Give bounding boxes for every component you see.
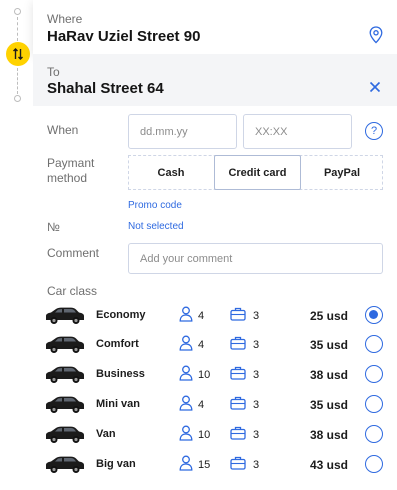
passenger-count: 15	[198, 459, 211, 471]
car-class-price: 35 usd	[310, 398, 349, 412]
car-class-price: 25 usd	[310, 309, 349, 323]
car-class-name: Mini van	[96, 398, 141, 410]
car-class-radio[interactable]	[365, 365, 383, 383]
car-class-radio[interactable]	[365, 455, 383, 473]
passenger-icon	[179, 455, 193, 471]
car-class-label: Car class	[47, 284, 98, 298]
car-class-name: Van	[96, 428, 116, 440]
to-label: To	[47, 65, 60, 79]
route-rail-top	[17, 17, 18, 41]
help-icon[interactable]: ?	[365, 122, 383, 140]
luggage-icon	[230, 336, 246, 350]
number-label: №	[47, 220, 60, 234]
route-end-dot	[14, 95, 21, 102]
passenger-icon	[179, 306, 193, 322]
car-icon	[44, 453, 86, 475]
where-address: HaRav Uziel Street 90	[47, 28, 201, 45]
passenger-count: 10	[198, 369, 211, 381]
passenger-icon	[179, 335, 193, 351]
comment-label: Comment	[47, 246, 100, 260]
swap-route-button[interactable]	[6, 42, 30, 66]
car-class-radio[interactable]	[365, 425, 383, 443]
time-input[interactable]: XX:XX	[243, 114, 352, 149]
car-icon	[44, 423, 86, 445]
passenger-count: 4	[198, 310, 205, 322]
swap-arrows-icon	[13, 48, 23, 60]
passenger-icon	[179, 395, 193, 411]
luggage-count: 3	[253, 459, 260, 471]
where-label: Where	[47, 12, 83, 26]
car-class-row[interactable]: Business 10 3 38 usd	[40, 361, 397, 389]
car-class-price: 43 usd	[310, 458, 349, 472]
car-class-row[interactable]: Big van 15 3 43 usd	[40, 451, 397, 479]
passenger-icon	[179, 365, 193, 381]
car-class-name: Economy	[96, 309, 146, 321]
payment-credit-card-option[interactable]: Credit card	[214, 155, 301, 190]
passenger-icon	[179, 425, 193, 441]
payment-cash-option[interactable]: Cash	[128, 155, 214, 190]
car-class-price: 38 usd	[310, 428, 349, 442]
passenger-count: 4	[198, 339, 205, 351]
car-class-row[interactable]: Mini van 4 3 35 usd	[40, 391, 397, 419]
number-select-link[interactable]: Not selected	[128, 221, 184, 232]
car-class-radio[interactable]	[365, 306, 383, 324]
passenger-count: 4	[198, 399, 205, 411]
when-label: When	[47, 123, 79, 137]
car-class-name: Business	[96, 368, 145, 380]
car-class-name: Comfort	[96, 338, 139, 350]
luggage-count: 3	[253, 399, 260, 411]
car-class-row[interactable]: Van 10 3 38 usd	[40, 421, 397, 449]
car-class-row[interactable]: Comfort 4 3 35 usd	[40, 331, 397, 359]
route-start-dot	[14, 8, 21, 15]
car-class-radio[interactable]	[365, 335, 383, 353]
luggage-count: 3	[253, 339, 260, 351]
car-icon	[44, 363, 86, 385]
car-icon	[44, 333, 86, 355]
car-class-name: Big van	[96, 458, 136, 470]
luggage-icon	[230, 366, 246, 380]
close-icon[interactable]	[369, 81, 381, 93]
promo-code-link[interactable]: Promo code	[128, 200, 182, 211]
car-class-price: 38 usd	[310, 368, 349, 382]
car-icon	[44, 393, 86, 415]
location-pin-icon[interactable]	[369, 26, 383, 44]
car-class-radio[interactable]	[365, 395, 383, 413]
payment-paypal-option[interactable]: PayPal	[301, 155, 383, 190]
where-field[interactable]: Where HaRav Uziel Street 90	[33, 0, 397, 54]
to-address: Shahal Street 64	[47, 80, 164, 97]
luggage-icon	[230, 307, 246, 321]
comment-input[interactable]: Add your comment	[128, 243, 383, 274]
luggage-icon	[230, 456, 246, 470]
passenger-count: 10	[198, 429, 211, 441]
car-class-price: 35 usd	[310, 338, 349, 352]
luggage-count: 3	[253, 429, 260, 441]
car-class-row[interactable]: Economy 4 3 25 usd	[40, 302, 397, 330]
to-field[interactable]: To Shahal Street 64	[33, 54, 397, 106]
payment-method-label: Paymant method	[47, 156, 95, 185]
luggage-count: 3	[253, 369, 260, 381]
luggage-icon	[230, 426, 246, 440]
car-icon	[44, 304, 86, 326]
date-input[interactable]: dd.mm.yy	[128, 114, 237, 149]
luggage-count: 3	[253, 310, 260, 322]
luggage-icon	[230, 396, 246, 410]
route-rail-bottom	[17, 68, 18, 94]
